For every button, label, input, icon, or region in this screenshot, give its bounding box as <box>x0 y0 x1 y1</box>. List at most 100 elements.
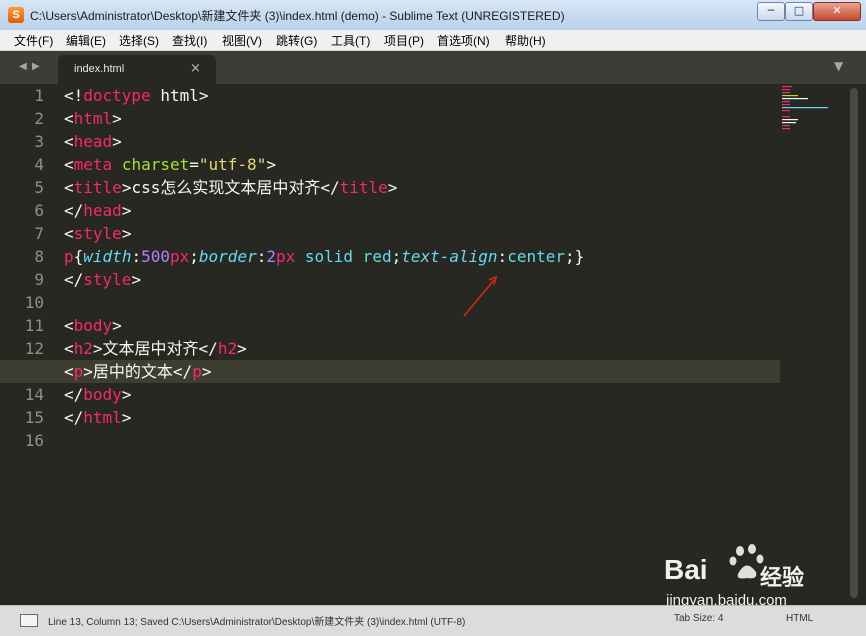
code-token: < <box>64 224 74 243</box>
menu-goto[interactable]: 跳转(G) <box>276 32 317 49</box>
code-token: html <box>83 408 122 427</box>
line-number: 14 <box>24 385 44 404</box>
code-line[interactable]: <html> <box>64 107 122 130</box>
window-title-bar: S C:\Users\Administrator\Desktop\新建文件夹 (… <box>0 0 866 31</box>
code-token: > <box>201 362 212 381</box>
line-number: 7 <box>34 224 44 243</box>
code-token: </ <box>64 201 84 220</box>
tab-index-html[interactable]: index.html × <box>58 55 216 84</box>
line-number: 3 <box>34 132 44 151</box>
line-number: 16 <box>24 431 44 450</box>
code-line[interactable]: </body> <box>64 383 131 406</box>
line-number: 9 <box>34 270 44 289</box>
code-line[interactable]: </style> <box>64 268 141 291</box>
minimize-button[interactable]: ─ <box>757 2 785 21</box>
tab-size-indicator[interactable]: Tab Size: 4 <box>674 613 723 624</box>
code-token: < <box>64 132 74 151</box>
code-token: </ <box>64 270 84 289</box>
code-token: < <box>64 339 74 358</box>
code-token: ;} <box>564 247 585 266</box>
code-token: > <box>112 316 122 335</box>
code-token: < <box>64 109 74 128</box>
code-token: >文本居中对齐</ <box>92 339 218 358</box>
code-line[interactable]: <body> <box>64 314 122 337</box>
syntax-indicator[interactable]: HTML <box>786 613 813 624</box>
code-token: border <box>198 247 257 266</box>
code-token: > <box>121 224 132 243</box>
code-line[interactable]: <h2>文本居中对齐</h2> <box>64 337 247 360</box>
menu-edit[interactable]: 编辑(E) <box>66 32 106 49</box>
code-line[interactable]: <style> <box>64 222 131 245</box>
menu-view[interactable]: 视图(V) <box>222 32 262 49</box>
code-token: center <box>507 247 565 266</box>
menu-preferences[interactable]: 首选项(N) <box>437 32 490 49</box>
sublime-icon: S <box>8 7 24 23</box>
code-line[interactable]: <!doctype html> <box>64 84 209 107</box>
code-token: solid red <box>295 247 392 266</box>
code-token: title <box>73 178 122 197</box>
line-number: 6 <box>34 201 44 220</box>
menu-file[interactable]: 文件(F) <box>14 32 53 49</box>
line-number: 15 <box>24 408 44 427</box>
code-token: text-align <box>401 247 498 266</box>
code-line[interactable]: <title>css怎么实现文本居中对齐</title> <box>64 176 397 199</box>
code-token: charset <box>121 155 190 174</box>
code-token: h2 <box>73 339 93 358</box>
code-token: html> <box>150 86 209 105</box>
code-token: html <box>73 109 113 128</box>
tab-close-icon[interactable]: × <box>190 61 201 76</box>
menu-bar: 文件(F) 编辑(E) 选择(S) 查找(I) 视图(V) 跳转(G) 工具(T… <box>0 30 866 51</box>
code-token: title <box>339 178 388 197</box>
code-token: = <box>189 155 199 174</box>
code-token: > <box>112 109 122 128</box>
code-token: "utf-8" <box>198 155 267 174</box>
code-token: 500 <box>141 247 170 266</box>
menu-find[interactable]: 查找(I) <box>172 32 207 49</box>
line-number: 4 <box>34 155 44 174</box>
code-token: p <box>64 247 74 266</box>
tab-nav-left-icon[interactable]: ◀ <box>19 61 27 72</box>
line-number: 8 <box>34 247 44 266</box>
code-line[interactable]: p{width:500px;border:2px solid red;text-… <box>64 245 584 268</box>
code-line[interactable]: </html> <box>64 406 131 429</box>
code-line[interactable]: <head> <box>64 130 122 153</box>
code-token: px <box>275 247 296 266</box>
code-token: < <box>64 155 74 174</box>
code-token: h2 <box>217 339 238 358</box>
code-token: body <box>73 316 113 335</box>
code-token: >css怎么实现文本居中对齐</ <box>121 178 340 197</box>
code-token: <! <box>64 86 84 105</box>
code-line[interactable]: </head> <box>64 199 131 222</box>
code-token: > <box>112 132 122 151</box>
code-token: > <box>387 178 398 197</box>
menu-tools[interactable]: 工具(T) <box>331 32 370 49</box>
code-token: style <box>73 224 122 243</box>
code-token: > <box>121 201 132 220</box>
menu-selection[interactable]: 选择(S) <box>119 32 159 49</box>
vertical-scrollbar[interactable] <box>850 88 858 598</box>
code-token: </ <box>64 385 84 404</box>
menu-project[interactable]: 项目(P) <box>384 32 424 49</box>
minimap[interactable] <box>778 84 838 144</box>
tab-list-dropdown-icon[interactable]: ▼ <box>834 59 843 73</box>
code-token: head <box>73 132 113 151</box>
console-icon[interactable] <box>20 614 38 627</box>
code-token: > <box>131 270 142 289</box>
code-token: < <box>64 362 74 381</box>
code-token: >居中的文本</ <box>83 362 193 381</box>
code-token: : <box>131 247 142 266</box>
tab-nav-right-icon[interactable]: ▶ <box>32 61 40 72</box>
menu-help[interactable]: 帮助(H) <box>505 32 546 49</box>
line-number: 5 <box>34 178 44 197</box>
code-token: doctype <box>83 86 151 105</box>
line-number: 2 <box>34 109 44 128</box>
code-token: p <box>192 362 202 381</box>
code-token: head <box>83 201 122 220</box>
maximize-button[interactable]: □ <box>785 2 813 21</box>
code-line[interactable]: <meta charset="utf-8"> <box>64 153 276 176</box>
code-line[interactable]: <p>居中的文本</p> <box>64 360 211 383</box>
code-token: ; <box>391 247 402 266</box>
close-button[interactable]: ✕ <box>813 2 861 21</box>
watermark-brand-latin: Bai <box>664 554 708 585</box>
code-editor[interactable]: 12345678910111213141516 <!doctype html><… <box>0 84 866 609</box>
